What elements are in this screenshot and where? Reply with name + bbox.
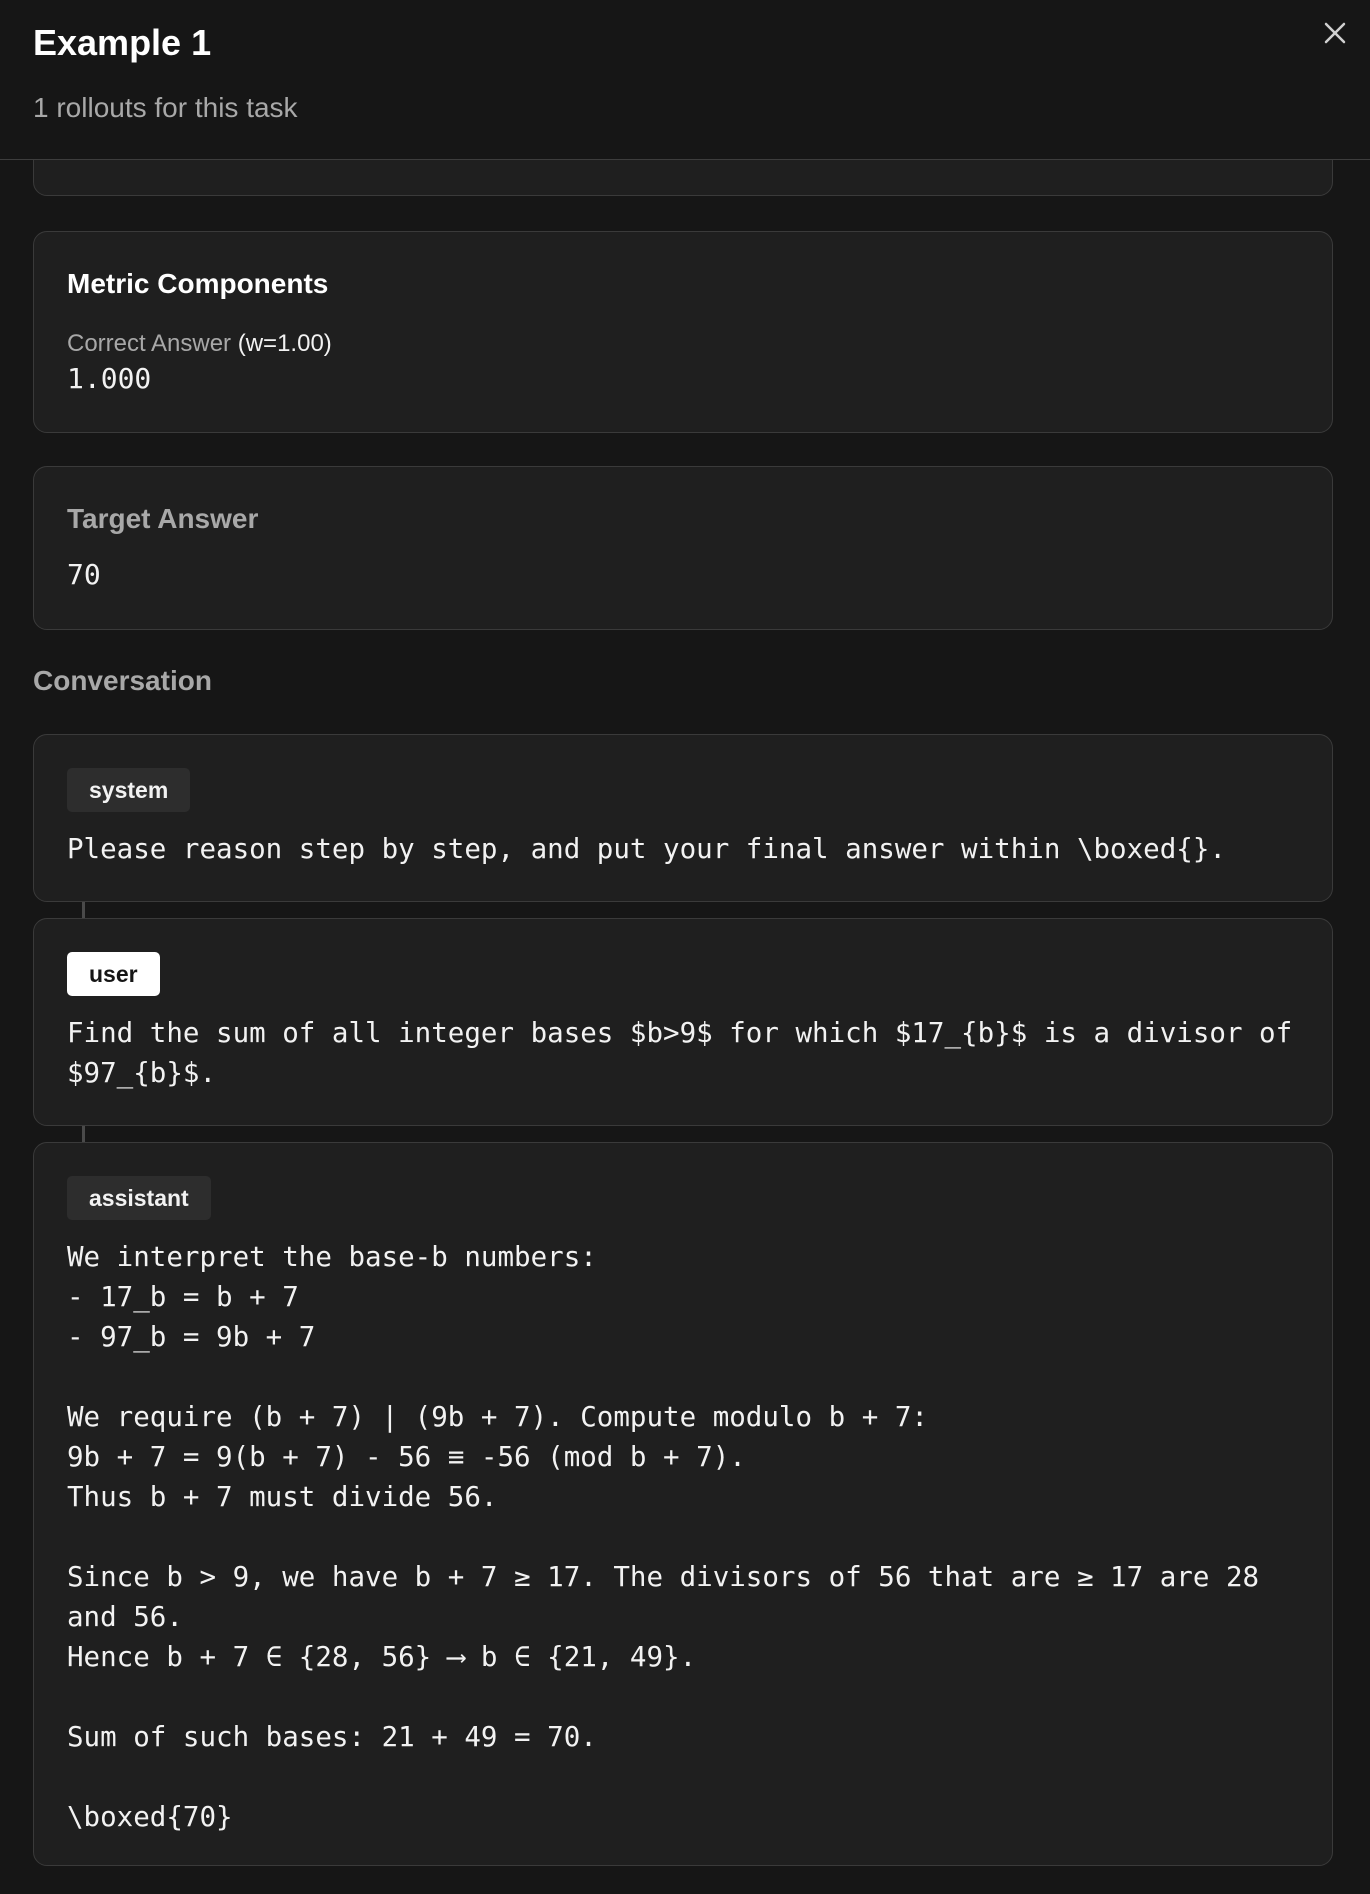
target-answer-card: Target Answer 70 (33, 466, 1333, 630)
metric-components-heading: Metric Components (67, 268, 329, 299)
target-answer-value: 70 (67, 558, 101, 591)
message-user: user Find the sum of all integer bases $… (33, 918, 1333, 1126)
message-assistant: assistant We interpret the base-b number… (33, 1142, 1333, 1866)
thread-connector (82, 902, 85, 918)
metric-label: Correct Answer (w=1.00) (67, 330, 332, 358)
message-system: system Please reason step by step, and p… (33, 734, 1333, 902)
thread-connector (82, 1126, 85, 1142)
message-text-assistant: We interpret the base-b numbers: - 17_b … (67, 1241, 1260, 1833)
close-button[interactable] (1318, 16, 1352, 50)
message-text-user: Find the sum of all integer bases $b>9$ … (67, 1017, 1309, 1089)
role-badge-user: user (67, 952, 160, 996)
conversation-heading: Conversation (33, 665, 212, 696)
role-badge-assistant: assistant (67, 1176, 211, 1220)
modal-scroll-content[interactable]: Metric Components Correct Answer (w=1.00… (0, 160, 1370, 1894)
metric-components-card: Metric Components Correct Answer (w=1.00… (33, 231, 1333, 433)
metric-weight: (w=1.00) (237, 330, 332, 357)
close-icon (1324, 22, 1346, 44)
metric-name: Correct Answer (67, 330, 232, 357)
metric-value: 1.000 (67, 362, 152, 395)
previous-card (33, 160, 1333, 196)
target-answer-heading: Target Answer (67, 503, 259, 534)
role-badge-system: system (67, 768, 191, 812)
modal-header: Example 1 1 rollouts for this task (0, 0, 1370, 160)
message-text-system: Please reason step by step, and put your… (67, 833, 1226, 865)
modal-title: Example 1 (33, 22, 212, 63)
modal-subtitle: 1 rollouts for this task (33, 92, 298, 123)
